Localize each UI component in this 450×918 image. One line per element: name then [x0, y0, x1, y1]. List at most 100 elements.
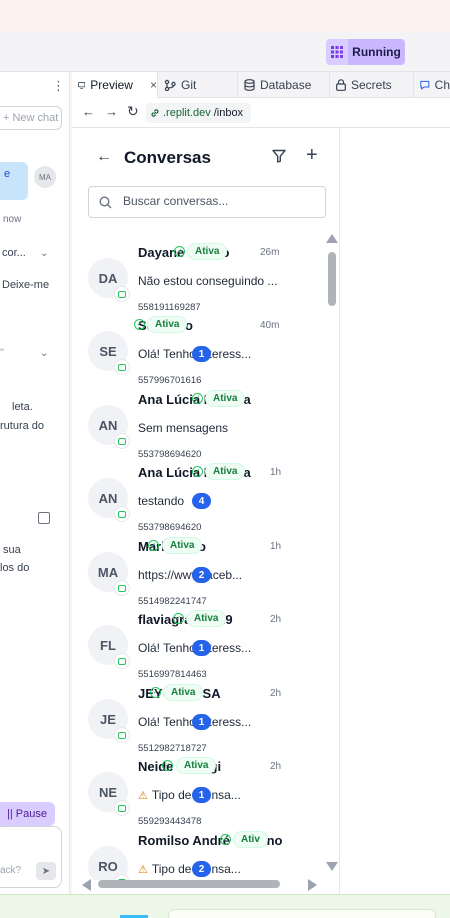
- last-message-text: Não estou conseguindo ...: [138, 274, 278, 288]
- scroll-right-arrow-icon[interactable]: [308, 879, 317, 891]
- warning-icon: ⚠: [138, 864, 148, 876]
- whatsapp-channel-icon: [114, 800, 130, 816]
- run-grid-icon[interactable]: [326, 39, 348, 65]
- last-message-preview: ⚠ Tipo de mensa...: [138, 862, 241, 876]
- vertical-scrollbar[interactable]: [326, 234, 338, 874]
- last-message-preview: https://www.faceb...: [138, 568, 242, 582]
- chevron-down-icon[interactable]: ⌄: [40, 248, 48, 259]
- preview-frame: ← Conversas + DADayane Teofilo✓Ativa26mN…: [72, 128, 450, 894]
- user-avatar: MA: [34, 166, 56, 188]
- scroll-down-arrow-icon[interactable]: [326, 862, 338, 871]
- chevron-down-icon[interactable]: ⌄: [40, 348, 48, 359]
- conversation-detail-pane: [340, 128, 450, 894]
- expand-icon[interactable]: [38, 512, 50, 524]
- whatsapp-channel-icon: [114, 580, 130, 596]
- last-message-preview: Não estou conseguindo ...: [138, 274, 277, 288]
- status-badge: Ativa: [163, 684, 204, 701]
- run-status-button[interactable]: Running: [348, 39, 405, 65]
- conversation-item[interactable]: DA Dayane Teofilo ✓ Ativa 26m Não estou conse…: [74, 230, 324, 313]
- unread-count-badge: 2: [192, 567, 211, 583]
- filter-icon[interactable]: [272, 149, 286, 163]
- tab-database[interactable]: Database: [238, 72, 330, 98]
- conversation-time: 2h: [270, 688, 282, 699]
- conversation-item[interactable]: FLflaviagranucci9✓Ativa2hOlá! Tenho inte…: [74, 597, 324, 680]
- send-icon[interactable]: ➤: [36, 862, 56, 880]
- check-circle-icon: ✓: [192, 466, 203, 477]
- close-tab-icon[interactable]: ×: [150, 78, 157, 92]
- status-badge: Ativa: [176, 757, 217, 774]
- conversation-item[interactable]: AN Ana Lúcia Moreira ✓ Ativa 1h testando 4 5537…: [74, 450, 324, 533]
- status-badge: Ativa: [147, 316, 188, 333]
- url-field[interactable]: .replit.dev/inbox: [146, 103, 252, 123]
- chat-text-mark: ": [0, 347, 4, 359]
- back-arrow-icon[interactable]: ←: [96, 148, 112, 166]
- unread-count-badge: 1: [192, 787, 211, 803]
- link-icon: [151, 109, 159, 117]
- tab-secrets[interactable]: Secrets: [330, 72, 414, 98]
- status-badge: Ativ: [233, 831, 268, 848]
- taskbar: [0, 894, 450, 918]
- horizontal-scrollbar[interactable]: [82, 878, 318, 891]
- whatsapp-channel-icon: [114, 359, 130, 375]
- whatsapp-channel-icon: [114, 286, 130, 302]
- tab-preview[interactable]: Preview ×: [72, 72, 158, 98]
- search-input[interactable]: [123, 194, 313, 208]
- page-title: Conversas: [124, 148, 211, 167]
- tab-chat[interactable]: Ch: [414, 72, 450, 98]
- conversation-item[interactable]: MAMaria Brito✓Ativa1hhttps://www.faceb..…: [74, 524, 324, 607]
- whatsapp-channel-icon: [114, 653, 130, 669]
- scroll-up-arrow-icon[interactable]: [326, 234, 338, 243]
- conversation-list: DA Dayane Teofilo ✓ Ativa 26m Não estou conse…: [74, 230, 324, 880]
- conversation-item[interactable]: JEJEYCE ACSA✓Ativa2hOlá! Tenho interess.…: [74, 671, 324, 754]
- conversation-item[interactable]: RO Romilso André Vitorino ✓ Ativ ⚠ Tipo de me…: [74, 818, 324, 880]
- check-circle-icon: ✓: [220, 834, 231, 845]
- monitor-icon: [78, 81, 86, 89]
- back-arrow-icon[interactable]: ←: [82, 104, 95, 119]
- forward-arrow-icon[interactable]: →: [105, 104, 118, 119]
- scroll-left-arrow-icon[interactable]: [82, 879, 91, 891]
- reload-icon[interactable]: ↻: [127, 103, 139, 120]
- whatsapp-channel-icon: [114, 506, 130, 522]
- last-message-preview: ⚠ Tipo de mensa...: [138, 788, 241, 802]
- conversation-item[interactable]: AN Ana Lúcia Moreira ✓ Ativa Sem mensagens 55…: [74, 377, 324, 460]
- add-conversation-icon[interactable]: +: [306, 144, 318, 167]
- url-path: /inbox: [213, 107, 244, 119]
- tab-label: Preview: [90, 78, 133, 92]
- tab-label: Ch: [434, 78, 450, 92]
- status-badge: Ativa: [205, 390, 246, 407]
- scrollbar-thumb[interactable]: [98, 880, 280, 888]
- pause-button[interactable]: || Pause: [0, 802, 55, 826]
- unread-count-badge: 1: [192, 346, 211, 362]
- more-menu-icon[interactable]: ⋮: [52, 78, 65, 94]
- conversation-item[interactable]: SESeverino✓Ativa40mOlá! Tenho interess..…: [74, 303, 324, 386]
- tab-label: Git: [181, 78, 197, 92]
- search-box: [88, 186, 326, 218]
- chat-text-line: los do: [0, 562, 30, 574]
- user-message-bubble: e: [0, 162, 28, 200]
- chat-text-line: cor...: [2, 247, 26, 259]
- conversation-time: 40m: [260, 320, 280, 331]
- new-chat-button[interactable]: + New chat: [0, 106, 62, 130]
- last-message-preview: Sem mensagens: [138, 421, 228, 435]
- warning-icon: ⚠: [138, 790, 148, 802]
- conversation-time: 2h: [270, 614, 282, 625]
- database-icon: [244, 79, 255, 91]
- conversation-time: 2h: [270, 761, 282, 772]
- unread-count-badge: 1: [192, 640, 211, 656]
- tab-git[interactable]: Git: [158, 72, 238, 98]
- check-circle-icon: ✓: [150, 687, 161, 698]
- taskbar-search-pill[interactable]: [168, 909, 436, 918]
- unread-count-badge: 2: [192, 861, 211, 877]
- status-badge: Ativa: [187, 243, 228, 260]
- check-circle-icon: ✓: [173, 613, 184, 624]
- check-circle-icon: ✓: [192, 393, 203, 404]
- status-badge: Ativa: [205, 463, 246, 480]
- conversation-item[interactable]: NENeide Pirangi✓Ativa2h⚠Tipo de mensa...…: [74, 744, 324, 827]
- tab-label: Secrets: [351, 78, 392, 92]
- unread-count-badge: 1: [192, 714, 211, 730]
- check-circle-icon: ✓: [148, 540, 159, 551]
- chat-icon: [420, 80, 430, 91]
- workspace-tabs: Preview × Git Database Secrets Ch: [72, 72, 450, 98]
- scrollbar-thumb[interactable]: [328, 252, 336, 306]
- tab-label: Database: [260, 78, 312, 92]
